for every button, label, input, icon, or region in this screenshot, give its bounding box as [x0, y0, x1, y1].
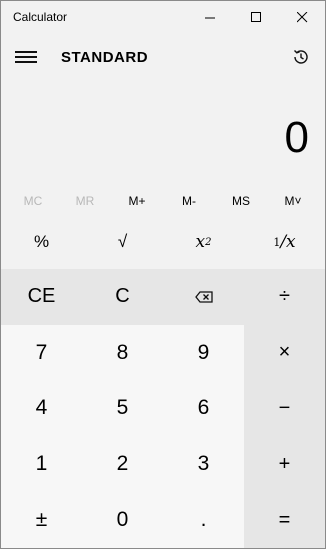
memory-clear-button[interactable]: MC [7, 194, 59, 208]
close-icon [296, 11, 307, 22]
backspace-icon [194, 291, 213, 303]
history-button[interactable] [287, 43, 315, 71]
mode-title: STANDARD [61, 48, 149, 66]
keypad: % √ x2 1/x CE C ÷ 7 8 9 × 4 5 6 − 1 2 3 … [1, 215, 325, 548]
reciprocal-button[interactable]: 1/x [244, 215, 325, 269]
close-button[interactable] [279, 1, 325, 33]
decimal-button[interactable]: . [163, 492, 244, 548]
maximize-icon [250, 11, 261, 22]
square-base: x [195, 232, 206, 252]
minus-button[interactable]: − [244, 380, 325, 437]
square-button[interactable]: x2 [163, 215, 244, 269]
clear-button[interactable]: C [82, 269, 163, 325]
digit-6-button[interactable]: 6 [163, 380, 244, 437]
digit-2-button[interactable]: 2 [82, 436, 163, 493]
title-bar[interactable]: Calculator [1, 1, 325, 33]
memory-list-button[interactable]: M˅ [267, 194, 319, 208]
divide-button[interactable]: ÷ [244, 269, 325, 325]
window-title: Calculator [13, 10, 68, 24]
multiply-button[interactable]: × [244, 324, 325, 381]
memory-recall-button[interactable]: MR [59, 194, 111, 208]
digit-0-button[interactable]: 0 [82, 492, 163, 548]
memory-store-button[interactable]: MS [215, 194, 267, 208]
digit-7-button[interactable]: 7 [1, 324, 82, 381]
digit-4-button[interactable]: 4 [1, 380, 82, 437]
memory-row: MC MR M+ M- MS M˅ [1, 186, 325, 216]
memory-subtract-button[interactable]: M- [163, 194, 215, 208]
calculator-window: Calculator STANDARD 0 MC MR M+ M- MS M˅ … [0, 0, 326, 549]
negate-button[interactable]: ± [1, 492, 82, 548]
minimize-icon [204, 17, 215, 18]
clear-entry-button[interactable]: CE [1, 269, 82, 325]
maximize-button[interactable] [233, 1, 279, 33]
memory-add-button[interactable]: M+ [111, 194, 163, 208]
backspace-button[interactable] [163, 269, 244, 325]
minimize-button[interactable] [187, 1, 233, 33]
percent-button[interactable]: % [1, 215, 82, 269]
result-display: 0 [284, 112, 309, 162]
digit-5-button[interactable]: 5 [82, 380, 163, 437]
digit-3-button[interactable]: 3 [163, 436, 244, 493]
hamburger-menu-icon[interactable] [15, 49, 37, 65]
digit-1-button[interactable]: 1 [1, 436, 82, 493]
sqrt-button[interactable]: √ [82, 215, 163, 269]
reciprocal-denominator: /x [280, 232, 296, 252]
plus-button[interactable]: + [244, 436, 325, 493]
history-icon [294, 50, 308, 64]
digit-8-button[interactable]: 8 [82, 324, 163, 381]
equals-button[interactable]: = [244, 492, 325, 548]
square-exponent: 2 [205, 236, 212, 248]
digit-9-button[interactable]: 9 [163, 324, 244, 381]
app-header: STANDARD [1, 33, 325, 81]
